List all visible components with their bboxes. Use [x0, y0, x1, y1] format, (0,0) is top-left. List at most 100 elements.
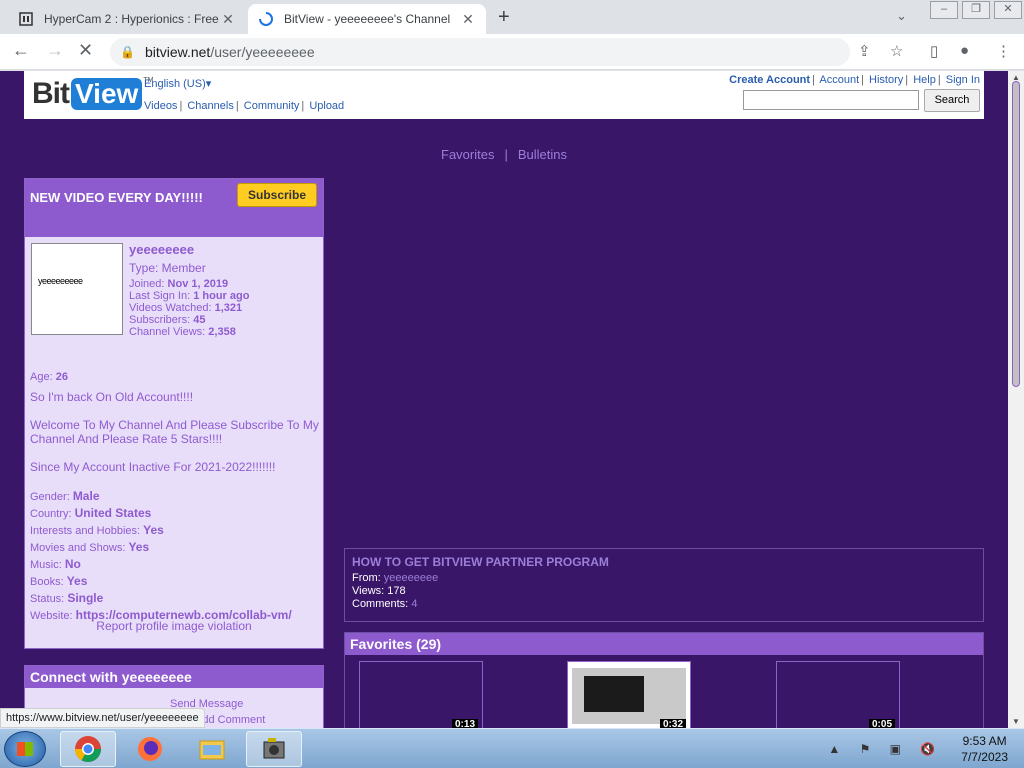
age-value: 26: [55, 371, 68, 383]
loading-spinner-icon: [259, 12, 273, 26]
tab-search-icon[interactable]: ⌄: [896, 8, 907, 24]
last-sign-in-value: 1 hour ago: [193, 290, 250, 302]
videos-watched-value: 1,321: [214, 302, 243, 314]
language-selector[interactable]: English (US)▾: [144, 77, 211, 90]
profile-details: Gender: Male Country: United States Inte…: [30, 488, 322, 624]
report-profile-image-link[interactable]: Report profile image violation: [25, 619, 323, 633]
restore-button[interactable]: ❐: [962, 1, 990, 19]
channel-views-label: Channel Views:: [129, 326, 206, 338]
history-link[interactable]: History: [869, 74, 903, 86]
url-host: bitview.net: [144, 44, 211, 60]
side-panel-icon[interactable]: ▯: [930, 42, 938, 60]
subscribers-label: Subscribers:: [129, 314, 191, 326]
chrome-icon[interactable]: [60, 731, 116, 767]
search-button[interactable]: Search: [924, 89, 980, 112]
start-button[interactable]: [4, 731, 46, 767]
share-icon[interactable]: ⇪: [858, 42, 871, 60]
bitview-logo[interactable]: Bit View TM: [32, 77, 153, 111]
dropdown-arrow-icon: ▾: [205, 78, 212, 90]
avatar[interactable]: yeeeeeeeee: [31, 243, 123, 335]
connect-title: Connect with yeeeeeeee: [25, 666, 323, 688]
close-window-button[interactable]: ✕: [994, 1, 1022, 19]
page-scrollbar[interactable]: ▲ ▼: [1008, 71, 1024, 728]
detail-country: Country: United States: [30, 506, 152, 520]
featured-views: Views: 178: [352, 585, 976, 598]
address-bar[interactable]: 🔒 bitview.net /user/yeeeeeeee: [110, 38, 850, 66]
detail-interests: Interests and Hobbies: Yes: [30, 523, 164, 537]
close-tab-icon[interactable]: ✕: [220, 11, 236, 28]
tab-title: BitView - yeeeeeeee's Channel: [284, 12, 451, 26]
stop-loading-icon[interactable]: ✕: [78, 40, 93, 61]
subscribe-button[interactable]: Subscribe: [237, 183, 317, 207]
clock-time: 9:53 AM: [962, 734, 1007, 748]
explorer-icon[interactable]: [184, 731, 240, 767]
account-link[interactable]: Account: [819, 74, 859, 86]
top-navigation: Videos | Channels | Community | Upload: [144, 100, 345, 112]
browser-toolbar: ← → ✕ 🔒 bitview.net /user/yeeeeeeee ⇪ ☆ …: [0, 34, 1024, 70]
clock-date: 7/7/2023: [961, 750, 1008, 764]
videos-watched-label: Videos Watched:: [129, 302, 212, 314]
video-duration: 0:05: [868, 719, 895, 728]
from-user-link[interactable]: yeeeeeeee: [384, 572, 438, 584]
nav-channels[interactable]: Channels: [187, 100, 233, 112]
system-tray: ▲ ⚑ ▣ 🔇 9:53 AM 7/7/2023: [828, 729, 1020, 768]
create-account-link[interactable]: Create Account: [729, 74, 810, 86]
back-icon[interactable]: ←: [12, 40, 30, 61]
bio-line: Welcome To My Channel And Please Subscri…: [30, 418, 319, 446]
favorites-link[interactable]: Favorites: [441, 147, 494, 162]
sign-in-link[interactable]: Sign In: [946, 74, 980, 86]
favorites-title: Favorites (29): [345, 633, 983, 655]
bookmark-star-icon[interactable]: ☆: [890, 42, 903, 60]
featured-video-title[interactable]: HOW TO GET BITVIEW PARTNER PROGRAM: [352, 555, 976, 569]
hypercam-icon[interactable]: [246, 731, 302, 767]
comments-value[interactable]: 4: [411, 598, 417, 610]
tab-hypercam[interactable]: HyperCam 2 : Hyperionics : Free Do ✕: [8, 4, 246, 34]
views-value: 178: [387, 585, 406, 597]
profile-icon[interactable]: ●: [960, 42, 969, 59]
profile-bio: Age: 26 So I'm back On Old Account!!!! W…: [30, 370, 320, 488]
forward-icon[interactable]: →: [46, 40, 64, 61]
new-tab-button[interactable]: +: [498, 6, 510, 29]
firefox-icon[interactable]: [122, 731, 178, 767]
thumbnail-image: [572, 668, 686, 724]
tab-title: HyperCam 2 : Hyperionics : Free Do: [44, 12, 220, 26]
detail-movies: Movies and Shows: Yes: [30, 540, 150, 554]
browser-tab-strip: HyperCam 2 : Hyperionics : Free Do ✕ Bit…: [0, 0, 1024, 34]
video-thumbnail[interactable]: 0:13: [359, 661, 483, 728]
tray-icons[interactable]: ▲ ⚑ ▣ 🔇: [828, 742, 943, 756]
lock-icon[interactable]: 🔒: [120, 45, 135, 59]
joined-label: Joined:: [129, 278, 165, 290]
featured-from: From: yeeeeeeee: [352, 572, 976, 585]
nav-community[interactable]: Community: [244, 100, 300, 112]
video-thumbnail[interactable]: 0:05: [776, 661, 900, 728]
windows-taskbar: ▲ ⚑ ▣ 🔇 9:53 AM 7/7/2023: [0, 728, 1024, 768]
age-label: Age:: [30, 371, 53, 383]
detail-gender: Gender: Male: [30, 489, 100, 503]
add-comment-link[interactable]: Add Comment: [195, 714, 265, 726]
page-viewport: Bit View TM English (US)▾ Videos | Channe…: [0, 71, 1008, 728]
detail-books: Books: Yes: [30, 574, 88, 588]
video-duration: 0:13: [451, 719, 478, 728]
nav-videos[interactable]: Videos: [144, 100, 177, 112]
detail-music: Music: No: [30, 557, 81, 571]
video-thumbnail[interactable]: 0:32: [567, 661, 691, 728]
profile-panel: NEW VIDEO EVERY DAY!!!!! Subscribe yeeee…: [24, 178, 324, 649]
tab-bitview[interactable]: BitView - yeeeeeeee's Channel ✕: [248, 4, 486, 34]
favorites-panel: Favorites (29) 0:13 0:32 0:05: [344, 632, 984, 728]
minimize-button[interactable]: –: [930, 1, 958, 19]
scroll-down-icon[interactable]: ▼: [1008, 717, 1024, 726]
video-duration: 0:32: [659, 719, 686, 728]
close-tab-icon[interactable]: ✕: [460, 11, 476, 28]
username[interactable]: yeeeeeeee: [129, 242, 194, 257]
help-link[interactable]: Help: [913, 74, 936, 86]
logo-text-view: View: [71, 78, 143, 110]
clock[interactable]: 9:53 AM 7/7/2023: [961, 733, 1008, 765]
site-header: Bit View TM English (US)▾ Videos | Channe…: [24, 71, 984, 119]
bio-line: So I'm back On Old Account!!!!: [30, 390, 194, 404]
channel-subnav: Favorites | Bulletins: [441, 147, 567, 162]
nav-upload[interactable]: Upload: [309, 100, 344, 112]
bulletins-link[interactable]: Bulletins: [518, 147, 567, 162]
menu-icon[interactable]: ⋮: [996, 42, 1011, 60]
search-input[interactable]: [743, 90, 919, 110]
scrollbar-thumb[interactable]: [1012, 81, 1020, 387]
